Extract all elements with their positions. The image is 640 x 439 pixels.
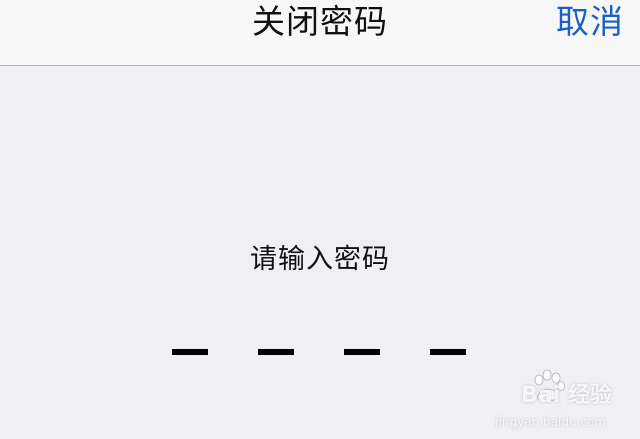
passcode-slot — [430, 349, 466, 355]
page-title: 关闭密码 — [252, 2, 388, 41]
navigation-bar: 关闭密码 取消 — [0, 0, 640, 66]
passcode-prompt: 请输入密码 — [250, 244, 390, 275]
cancel-button[interactable]: 取消 — [556, 2, 624, 42]
passcode-slot — [172, 349, 208, 355]
passcode-field[interactable] — [0, 349, 640, 357]
watermark-brand: Bai 经验 — [521, 383, 612, 408]
watermark-url: jingyan.baidu.com — [495, 415, 606, 429]
passcode-slot — [344, 349, 380, 355]
passcode-slot — [258, 349, 294, 355]
